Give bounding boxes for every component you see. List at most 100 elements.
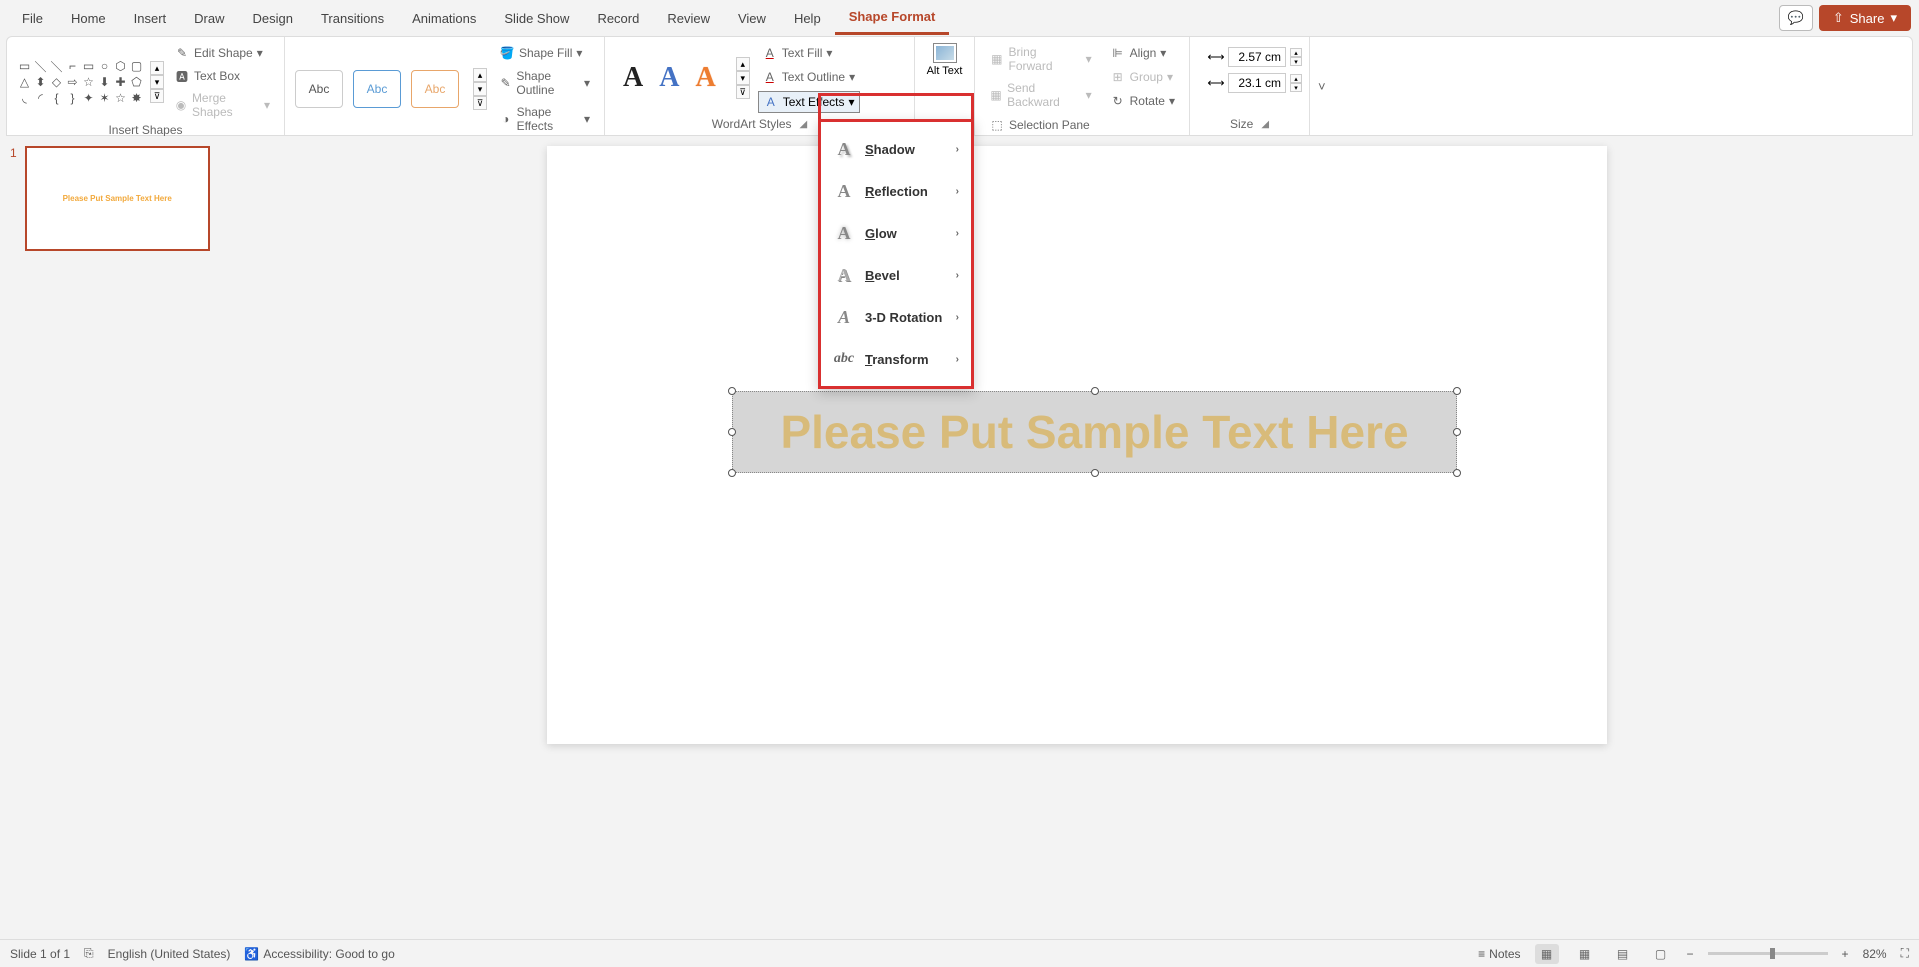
tab-record[interactable]: Record <box>583 3 653 34</box>
shape-connector-icon[interactable]: ⌐ <box>65 59 80 74</box>
style-gallery-up[interactable]: ▴ <box>473 68 487 82</box>
zoom-in-button[interactable]: + <box>1842 947 1849 961</box>
shape-roundrect-icon[interactable]: ▢ <box>129 59 144 74</box>
language-status[interactable]: English (United States) <box>108 947 231 961</box>
text-fill-button[interactable]: A Text Fill ▾ <box>758 43 860 63</box>
accessibility-status[interactable]: ♿ Accessibility: Good to go <box>244 947 394 961</box>
wordart-dialog-launcher[interactable]: ◢ <box>800 119 808 130</box>
tab-home[interactable]: Home <box>57 3 120 34</box>
ribbon-collapse-button[interactable]: ˅ <box>1310 37 1334 135</box>
share-button[interactable]: ⇧ Share ▾ <box>1819 5 1911 31</box>
slide-canvas-area[interactable]: Please Put Sample Text Here <box>235 136 1919 932</box>
shape-curve-icon[interactable]: ◟ <box>17 91 32 106</box>
edit-shape-button[interactable]: ✎ Edit Shape ▾ <box>170 43 274 63</box>
zoom-slider-thumb[interactable] <box>1770 948 1775 959</box>
tab-slideshow[interactable]: Slide Show <box>490 3 583 34</box>
rotate-button[interactable]: ↻ Rotate ▾ <box>1106 91 1179 111</box>
style-gallery-down[interactable]: ▾ <box>473 82 487 96</box>
text-box-button[interactable]: 🅰 Text Box <box>170 66 274 86</box>
shape-star4-icon[interactable]: ✦ <box>81 91 96 106</box>
width-input[interactable] <box>1228 73 1286 93</box>
tab-view[interactable]: View <box>724 3 780 34</box>
shape-arrow-d-icon[interactable]: ⬇ <box>97 75 112 90</box>
shape-hex-icon[interactable]: ⬡ <box>113 59 128 74</box>
height-up[interactable]: ▴ <box>1290 48 1302 57</box>
shape-style-1[interactable]: Abc <box>295 70 343 108</box>
wordart-style-3[interactable]: A <box>695 62 715 94</box>
wordart-style-1[interactable]: A <box>623 62 643 94</box>
gallery-up-button[interactable]: ▴ <box>150 61 164 75</box>
text-outline-button[interactable]: A Text Outline ▾ <box>758 67 860 87</box>
wa-gallery-up[interactable]: ▴ <box>736 57 750 71</box>
shape-textbox-icon[interactable]: ▭ <box>17 59 32 74</box>
tab-draw[interactable]: Draw <box>180 3 238 34</box>
shape-star5-icon[interactable]: ☆ <box>81 75 96 90</box>
slideshow-view-button[interactable]: ▢ <box>1649 944 1673 964</box>
tab-transitions[interactable]: Transitions <box>307 3 398 34</box>
menu-shadow[interactable]: A Shadow › <box>821 128 971 170</box>
style-gallery-more[interactable]: ⊽ <box>473 96 487 110</box>
alt-text-button[interactable]: Alt Text <box>925 43 964 77</box>
tab-help[interactable]: Help <box>780 3 835 34</box>
wa-gallery-down[interactable]: ▾ <box>736 71 750 85</box>
shape-effects-button[interactable]: ◑ Shape Effects ▾ <box>495 103 594 135</box>
tab-animations[interactable]: Animations <box>398 3 490 34</box>
slide-thumbnail-1[interactable]: Please Put Sample Text Here <box>25 146 210 251</box>
gallery-down-button[interactable]: ▾ <box>150 75 164 89</box>
wordart-gallery[interactable]: A A A ▴ ▾ ⊽ <box>615 57 758 99</box>
shape-oval-icon[interactable]: ○ <box>97 59 112 74</box>
shape-fill-button[interactable]: 🪣 Shape Fill ▾ <box>495 43 594 63</box>
menu-glow[interactable]: A Glow › <box>821 212 971 254</box>
menu-3d-rotation[interactable]: A 3-D Rotation › <box>821 296 971 338</box>
shape-brace-l-icon[interactable]: { <box>49 91 64 106</box>
zoom-out-button[interactable]: − <box>1687 947 1694 961</box>
fit-to-window-button[interactable]: ⛶ <box>1901 946 1909 961</box>
resize-handle-tm[interactable] <box>1091 387 1099 395</box>
size-dialog-launcher[interactable]: ◢ <box>1261 119 1269 130</box>
resize-handle-tl[interactable] <box>728 387 736 395</box>
shape-star6-icon[interactable]: ✶ <box>97 91 112 106</box>
height-input[interactable] <box>1228 47 1286 67</box>
gallery-more-button[interactable]: ⊽ <box>150 89 164 103</box>
shape-curve2-icon[interactable]: ◜ <box>33 91 48 106</box>
zoom-level[interactable]: 82% <box>1863 947 1887 961</box>
textbox-content[interactable]: Please Put Sample Text Here <box>780 405 1408 459</box>
normal-view-button[interactable]: ▦ <box>1535 944 1559 964</box>
comments-button[interactable]: 💬 <box>1779 5 1813 31</box>
resize-handle-bm[interactable] <box>1091 469 1099 477</box>
wordart-style-2[interactable]: A <box>659 62 679 94</box>
shapes-gallery[interactable]: ▭ ＼ ＼ ⌐ ▭ ○ ⬡ ▢ △ ⬍ ◇ ⇨ ☆ ⬇ ✚ ⬠ ◟ <box>17 43 164 121</box>
shape-plus-icon[interactable]: ✚ <box>113 75 128 90</box>
shape-brace-r-icon[interactable]: } <box>65 91 80 106</box>
resize-handle-mr[interactable] <box>1453 428 1461 436</box>
spellcheck-button[interactable]: ⎘ <box>84 946 94 961</box>
shape-style-2[interactable]: Abc <box>353 70 401 108</box>
align-button[interactable]: ⊫ Align ▾ <box>1106 43 1179 63</box>
shape-diamond-icon[interactable]: ◇ <box>49 75 64 90</box>
menu-reflection[interactable]: A Reflection › <box>821 170 971 212</box>
shape-sun-icon[interactable]: ✸ <box>129 91 144 106</box>
shape-outline-button[interactable]: ✎ Shape Outline ▾ <box>495 67 594 99</box>
tab-review[interactable]: Review <box>653 3 724 34</box>
slide[interactable]: Please Put Sample Text Here <box>547 146 1607 744</box>
shape-star-icon[interactable]: ☆ <box>113 91 128 106</box>
zoom-slider[interactable] <box>1708 952 1828 955</box>
menu-transform[interactable]: abc Transform › <box>821 338 971 380</box>
notes-button[interactable]: ≡ Notes <box>1478 947 1520 961</box>
width-down[interactable]: ▾ <box>1290 83 1302 92</box>
tab-shape-format[interactable]: Shape Format <box>835 1 950 35</box>
shape-style-3[interactable]: Abc <box>411 70 459 108</box>
shape-line-icon[interactable]: ＼ <box>33 59 48 74</box>
selection-pane-button[interactable]: ⬚ Selection Pane <box>985 115 1096 135</box>
reading-view-button[interactable]: ▤ <box>1611 944 1635 964</box>
wa-gallery-more[interactable]: ⊽ <box>736 85 750 99</box>
width-up[interactable]: ▴ <box>1290 74 1302 83</box>
tab-file[interactable]: File <box>8 3 57 34</box>
shape-rect-icon[interactable]: ▭ <box>81 59 96 74</box>
height-down[interactable]: ▾ <box>1290 57 1302 66</box>
resize-handle-br[interactable] <box>1453 469 1461 477</box>
sorter-view-button[interactable]: ▦ <box>1573 944 1597 964</box>
resize-handle-tr[interactable] <box>1453 387 1461 395</box>
resize-handle-bl[interactable] <box>728 469 736 477</box>
menu-bevel[interactable]: A Bevel › <box>821 254 971 296</box>
